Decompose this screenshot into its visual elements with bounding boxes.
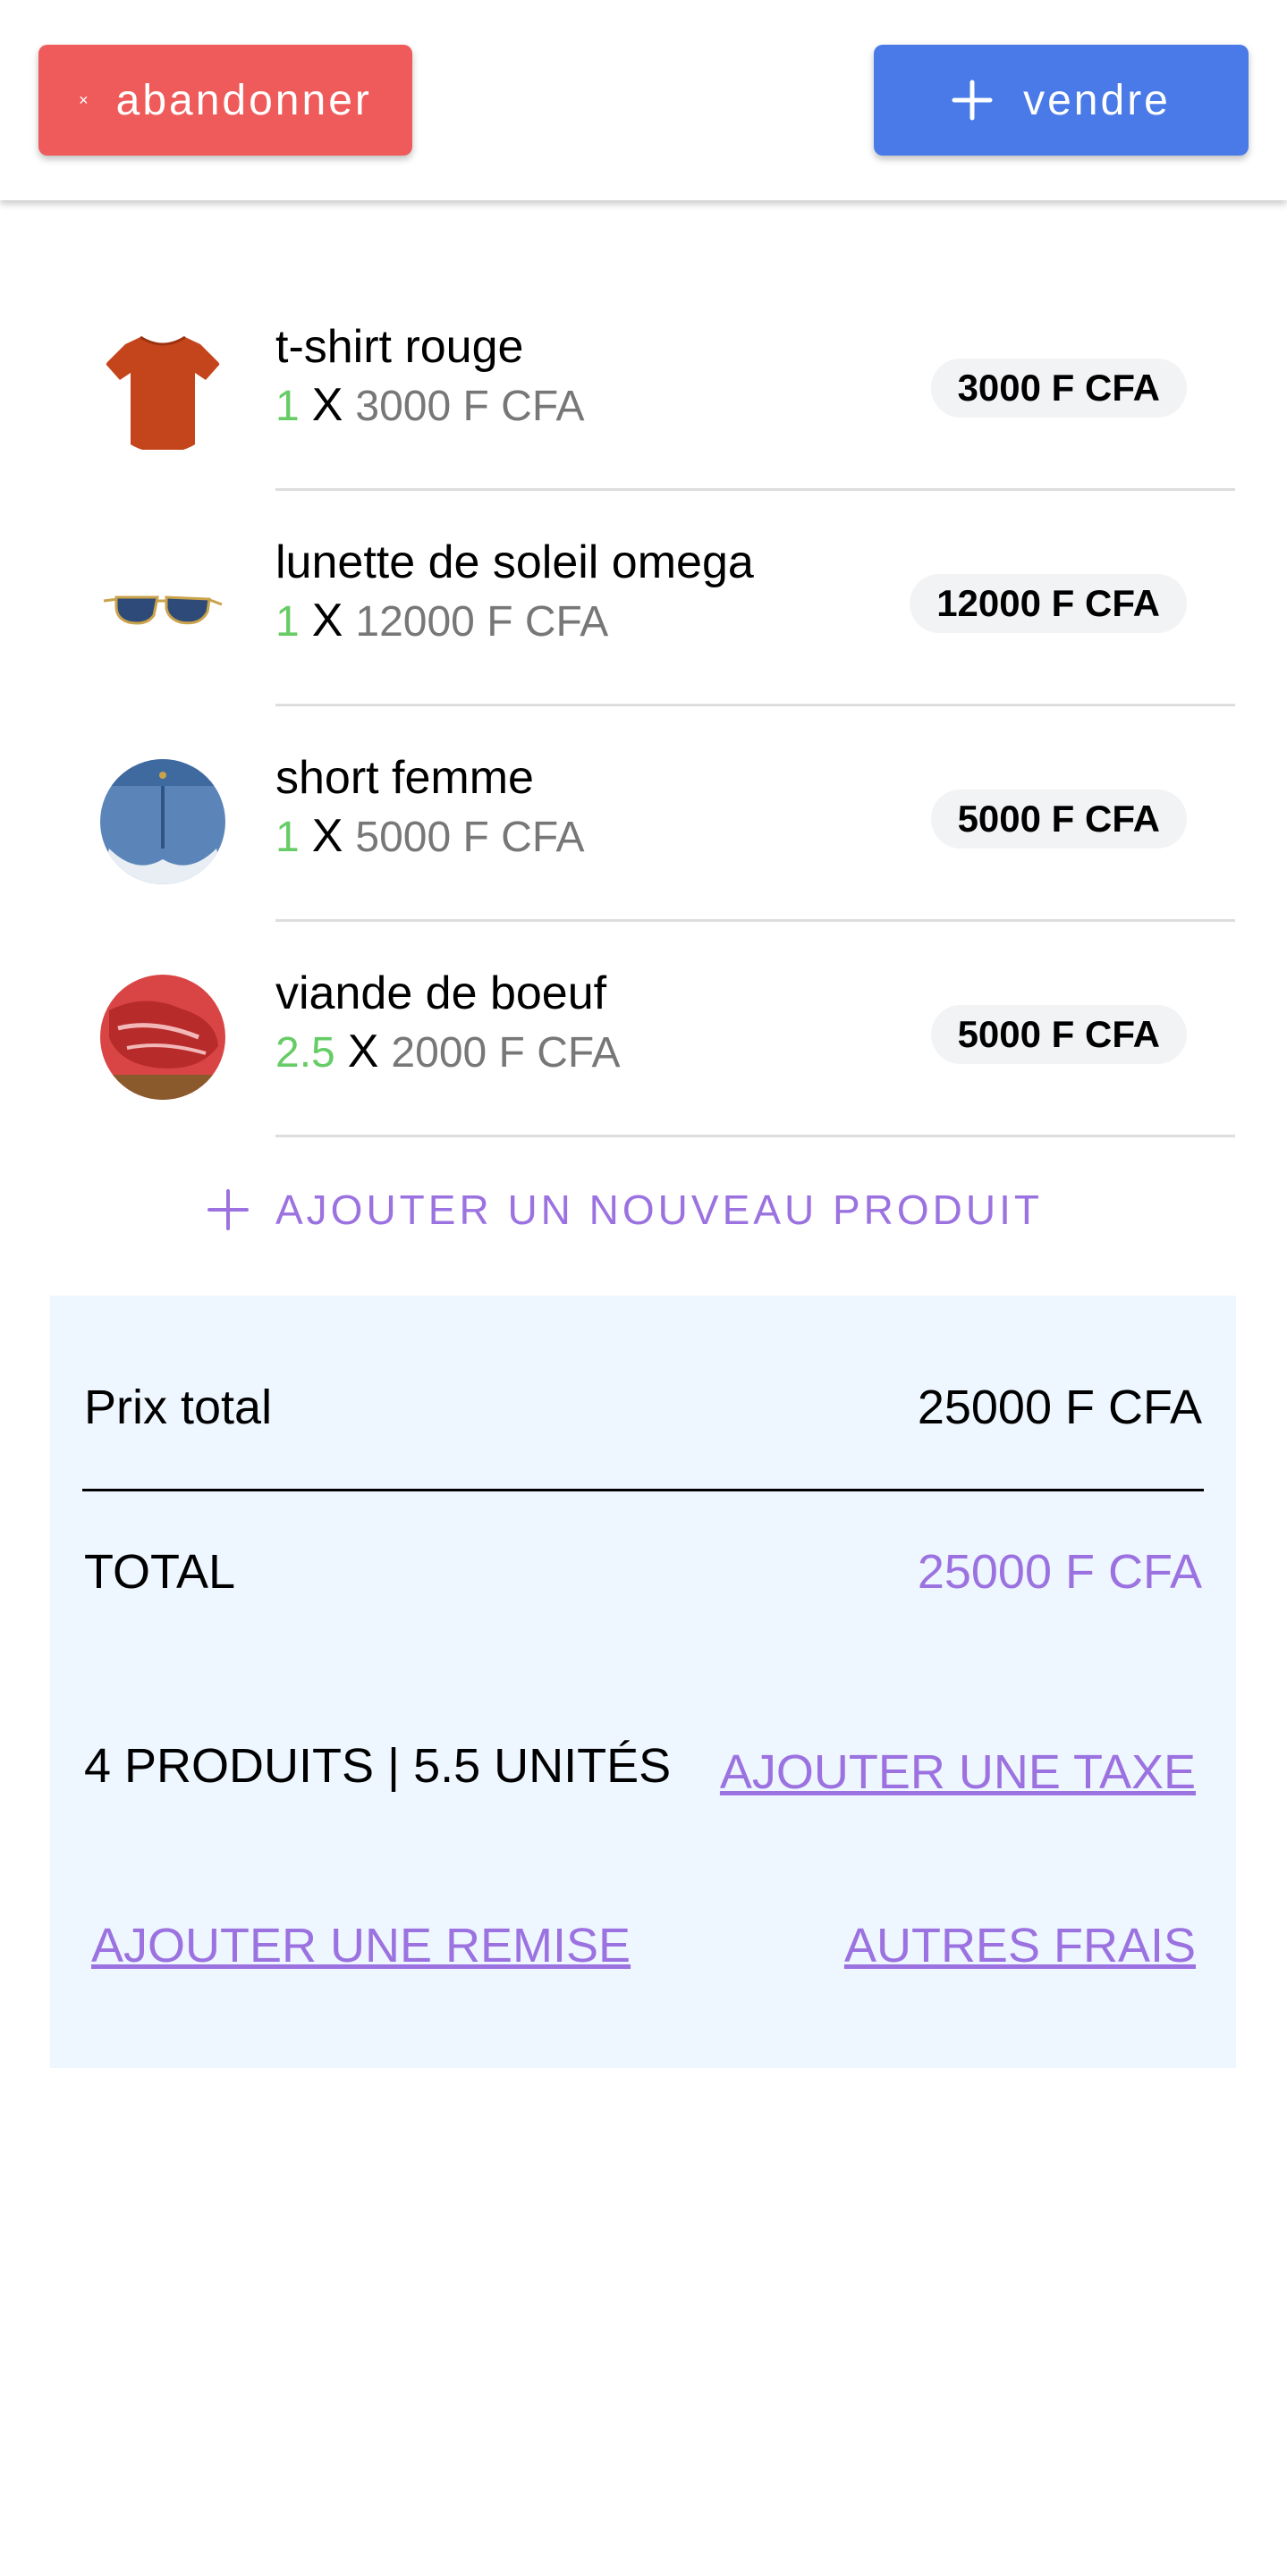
item-unit-price: 12000 F CFA xyxy=(355,598,609,646)
item-quantity-line: 1 X 5000 F CFA xyxy=(275,809,585,863)
item-total-chip: 3000 F CFA xyxy=(930,359,1187,418)
add-product-button[interactable]: AJOUTER UN NOUVEAU PRODUIT xyxy=(207,1178,1043,1241)
item-quantity-line: 1 X 12000 F CFA xyxy=(275,594,608,647)
item-quantity: 1 xyxy=(275,598,300,646)
item-quantity: 1 xyxy=(275,383,300,430)
total-label: TOTAL xyxy=(84,1545,236,1599)
summary-divider xyxy=(82,1489,1204,1491)
close-icon: × xyxy=(79,90,91,109)
product-image-tshirt xyxy=(100,328,225,453)
item-total-chip: 12000 F CFA xyxy=(910,574,1187,633)
item-unit-price: 3000 F CFA xyxy=(355,383,585,430)
item-total-chip: 5000 F CFA xyxy=(930,790,1187,849)
item-quantity-line: 1 X 3000 F CFA xyxy=(275,378,585,432)
multiply-sign: X xyxy=(311,379,343,431)
add-product-label: AJOUTER UN NOUVEAU PRODUIT xyxy=(275,1187,1043,1233)
cart-item[interactable]: short femme 1 X 5000 F CFA 5000 F CFA xyxy=(0,706,1287,922)
cancel-button[interactable]: × abandonner xyxy=(38,45,412,156)
add-tax-link[interactable]: AJOUTER UNE TAXE xyxy=(720,1744,1196,1800)
product-image-sunglasses xyxy=(100,544,225,669)
product-image-beef xyxy=(100,975,225,1100)
item-unit-price: 5000 F CFA xyxy=(355,814,585,861)
item-name: t-shirt rouge xyxy=(275,321,524,373)
item-quantity: 1 xyxy=(275,814,300,861)
total-row: TOTAL 25000 F CFA xyxy=(84,1544,1202,1600)
order-summary: Prix total 25000 F CFA TOTAL 25000 F CFA… xyxy=(50,1296,1236,2068)
cart-item[interactable]: t-shirt rouge 1 X 3000 F CFA 3000 F CFA xyxy=(0,275,1287,491)
item-unit-price: 2000 F CFA xyxy=(391,1029,621,1077)
add-discount-link[interactable]: AJOUTER UNE REMISE xyxy=(91,1918,631,1973)
sell-button[interactable]: vendre xyxy=(874,45,1249,156)
other-fees-link[interactable]: AUTRES FRAIS xyxy=(844,1918,1196,1973)
divider xyxy=(275,1135,1235,1137)
item-counts: 4 PRODUITS | 5.5 UNITÉS xyxy=(84,1739,672,1793)
item-name: short femme xyxy=(275,752,534,804)
total-value: 25000 F CFA xyxy=(917,1545,1202,1599)
plus-icon xyxy=(952,80,993,121)
multiply-sign: X xyxy=(311,595,343,646)
plus-icon xyxy=(207,1189,249,1230)
item-name: viande de boeuf xyxy=(275,967,607,1019)
multiply-sign: X xyxy=(311,810,343,862)
sell-button-label: vendre xyxy=(1023,76,1171,124)
subtotal-row: Prix total 25000 F CFA xyxy=(84,1380,1202,1435)
multiply-sign: X xyxy=(347,1026,379,1077)
cart-item[interactable]: viande de boeuf 2.5 X 2000 F CFA 5000 F CF… xyxy=(0,922,1287,1137)
cancel-button-label: abandonner xyxy=(115,76,372,124)
subtotal-label: Prix total xyxy=(84,1381,273,1434)
item-total-chip: 5000 F CFA xyxy=(930,1005,1187,1064)
product-image-shorts xyxy=(100,759,225,884)
extra-actions-row: AJOUTER UNE REMISE AUTRES FRAIS xyxy=(91,1918,1196,1973)
counts-row: 4 PRODUITS | 5.5 UNITÉS AJOUTER UNE TAXE xyxy=(84,1738,1196,1799)
item-quantity: 2.5 xyxy=(275,1029,335,1077)
item-name: lunette de soleil omega xyxy=(275,536,754,588)
cart-item[interactable]: lunette de soleil omega 1 X 12000 F CFA 12… xyxy=(0,491,1287,706)
top-action-bar: × abandonner vendre xyxy=(0,0,1287,200)
subtotal-value: 25000 F CFA xyxy=(917,1381,1202,1434)
item-quantity-line: 2.5 X 2000 F CFA xyxy=(275,1025,621,1078)
